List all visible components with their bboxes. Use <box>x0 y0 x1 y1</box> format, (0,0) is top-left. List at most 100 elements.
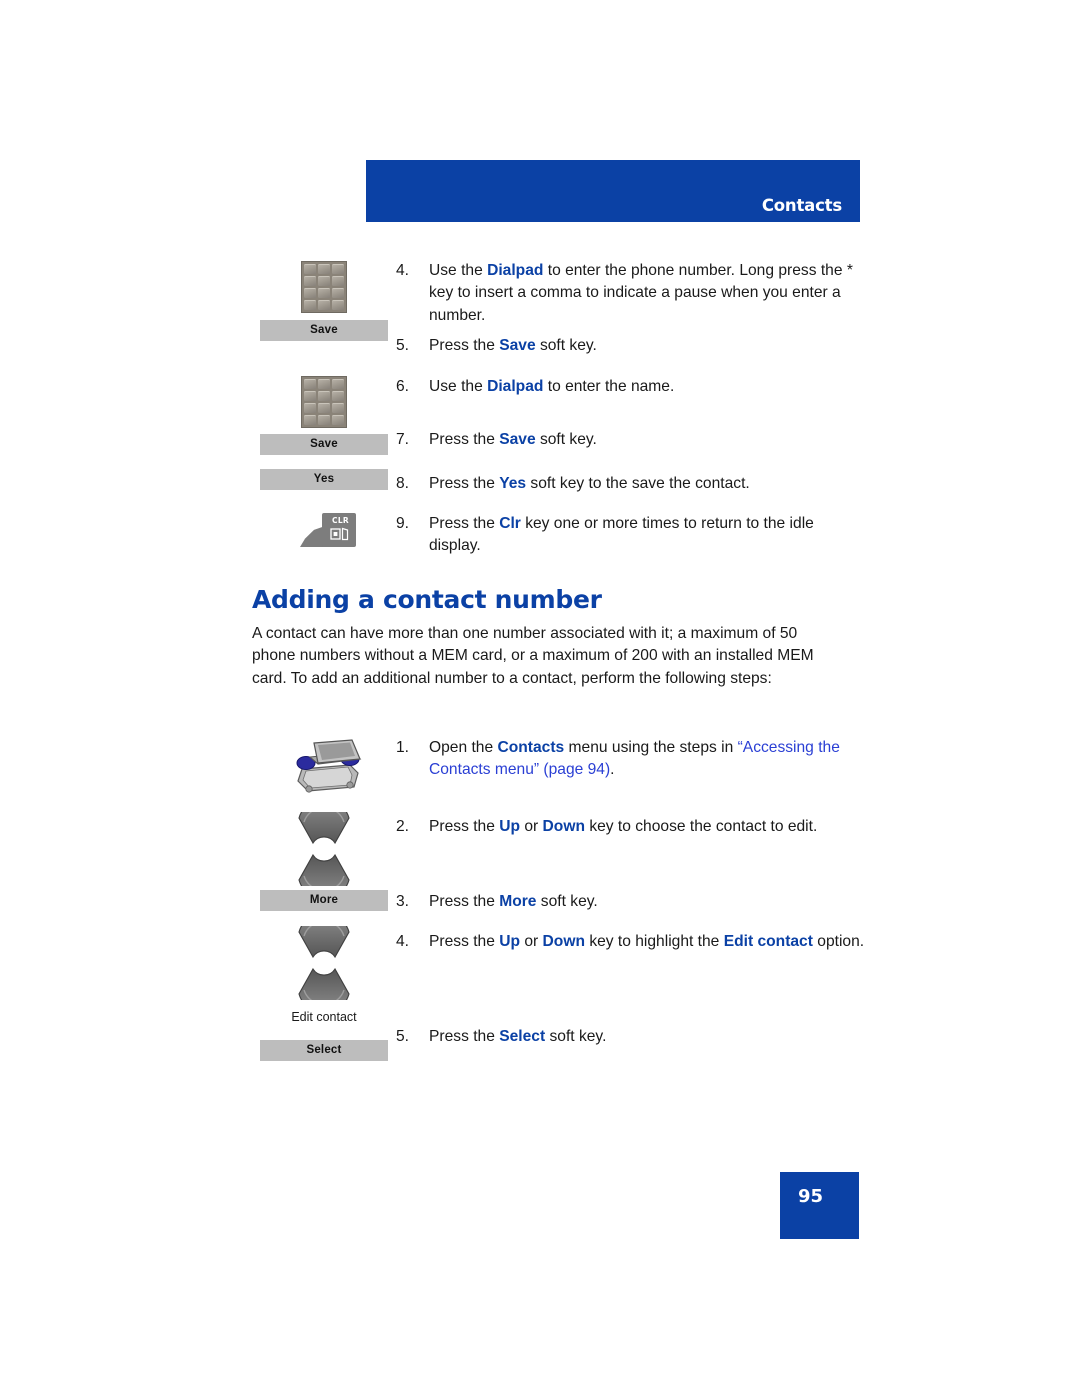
step-item: 6. Use the Dialpad to enter the name. <box>396 376 866 398</box>
dialpad-key <box>331 414 344 425</box>
softkey-save-1[interactable]: Save <box>260 320 388 341</box>
softkey-yes[interactable]: Yes <box>260 469 388 490</box>
step-number: 9. <box>396 515 410 532</box>
step-item: 1. Open the Contacts menu using the steps… <box>396 737 866 782</box>
step-number: 6. <box>396 378 410 395</box>
nav-up-arc-icon <box>298 912 350 959</box>
step-text-run: Press the <box>429 431 500 448</box>
softkey-save-2[interactable]: Save <box>260 434 388 455</box>
dialpad-key <box>304 379 317 390</box>
dialpad-key <box>317 275 331 287</box>
dialpad-key <box>331 264 344 275</box>
step-text-run: Press the <box>429 475 500 492</box>
step-text-run: Press the <box>429 337 500 354</box>
dialpad-key <box>331 402 344 414</box>
softkey-more[interactable]: More <box>260 890 388 911</box>
keyword-emphasis: Down <box>542 933 585 950</box>
page-number-block: 95 <box>780 1172 859 1239</box>
dialpad-key <box>331 379 344 390</box>
dialpad-key <box>317 390 331 402</box>
keyword-emphasis: Contacts <box>497 739 565 756</box>
nav-up-down-keys-2 <box>295 912 353 1014</box>
step-text-run: soft key. <box>536 893 598 910</box>
keyword-emphasis: Yes <box>499 475 527 492</box>
step-item: 9. Press the Clr key one or more times to… <box>396 513 866 558</box>
step-number: 4. <box>396 933 410 950</box>
dialpad-key <box>317 287 331 299</box>
contacts-directory-glyph <box>296 739 362 793</box>
dialpad-key <box>331 275 344 287</box>
dialpad-key <box>331 299 344 310</box>
section-paragraph: A contact can have more than one number … <box>252 625 814 687</box>
dialpad-key <box>317 414 331 425</box>
keyword-emphasis: Select <box>499 1028 546 1045</box>
keyword-emphasis: Up <box>499 933 520 950</box>
step-number: 2. <box>396 818 410 835</box>
dialpad-icon <box>301 261 347 313</box>
step-text-run: soft key. <box>535 337 597 354</box>
step-text-run: Use the <box>429 262 488 279</box>
step-text-run: option. <box>812 933 865 950</box>
step-item: 3. Press the More soft key. <box>396 891 866 913</box>
step-text-run: menu using the steps in <box>564 739 738 756</box>
step-item: 4. Use the Dialpad to enter the phone num… <box>396 260 866 327</box>
dialpad-key <box>317 402 331 414</box>
step-text-run: Press the <box>429 818 500 835</box>
page-number: 95 <box>798 1186 824 1207</box>
step-text-run: or <box>520 818 543 835</box>
dialpad-key <box>331 390 344 402</box>
step-item: 7. Press the Save soft key. <box>396 429 866 451</box>
keyword-emphasis: Up <box>499 818 520 835</box>
step-text: Press the Save soft key. <box>429 429 866 451</box>
step-item: 2. Press the Up or Down key to choose the… <box>396 816 866 838</box>
keyword-emphasis: Down <box>542 818 585 835</box>
keyword-emphasis: Dialpad <box>487 262 544 279</box>
dialpad-key <box>304 275 317 287</box>
step-text: Press the Clr key one or more times to r… <box>429 513 866 558</box>
clr-key-shape: CLR <box>300 513 356 547</box>
step-text: Use the Dialpad to enter the name. <box>429 376 866 398</box>
step-text-run: . <box>610 761 615 779</box>
dialpad-key <box>304 299 317 310</box>
step-text: Press the Up or Down key to choose the c… <box>429 816 866 838</box>
step-text-run: Press the <box>429 893 500 910</box>
keyword-emphasis: Save <box>499 431 536 448</box>
step-number: 5. <box>396 1028 410 1045</box>
contacts-directory-icon <box>292 735 364 800</box>
section-heading: Adding a contact number <box>252 585 602 614</box>
running-header-title: Contacts <box>761 196 842 215</box>
running-header-bar: Contacts <box>366 160 860 222</box>
dialpad-key <box>304 287 317 299</box>
nav-down-arc-icon <box>298 853 350 900</box>
clr-key-glyph-icon <box>330 527 349 541</box>
step-text-run: soft key. <box>545 1028 607 1045</box>
step-text-run: to enter the name. <box>543 378 675 395</box>
softkey-select[interactable]: Select <box>260 1040 388 1061</box>
step-text: Press the Save soft key. <box>429 335 866 357</box>
dialpad-key <box>317 264 331 275</box>
step-text: Use the Dialpad to enter the phone numbe… <box>429 260 866 327</box>
step-text-run: Press the <box>429 1028 500 1045</box>
manual-page: Contacts Save Save Yes CLR Adding a cont… <box>0 0 1080 1397</box>
step-item: 8. Press the Yes soft key to the save the… <box>396 473 866 495</box>
step-text-run: soft key. <box>535 431 597 448</box>
edit-contact-caption: Edit contact <box>291 1010 357 1024</box>
step-number: 4. <box>396 262 410 279</box>
step-text: Open the Contacts menu using the steps i… <box>429 737 866 782</box>
step-text: Press the Up or Down key to highlight th… <box>429 931 866 953</box>
step-number: 1. <box>396 739 410 756</box>
nav-arc-pair <box>298 912 350 1014</box>
step-number: 5. <box>396 337 410 354</box>
step-text-run: Use the <box>429 378 488 395</box>
dialpad-key-grid <box>301 376 347 428</box>
step-text-run: Open the <box>429 739 498 756</box>
nav-up-arc-icon <box>298 798 350 845</box>
step-text-run: soft key to the save the contact. <box>526 475 750 492</box>
step-text: Press the Select soft key. <box>429 1026 866 1048</box>
keyword-emphasis: Clr <box>499 515 521 532</box>
step-number: 7. <box>396 431 410 448</box>
nav-arc-pair <box>298 798 350 900</box>
dialpad-key <box>331 287 344 299</box>
keyword-emphasis: Save <box>499 337 536 354</box>
step-text-run: key to choose the contact to edit. <box>584 818 818 835</box>
